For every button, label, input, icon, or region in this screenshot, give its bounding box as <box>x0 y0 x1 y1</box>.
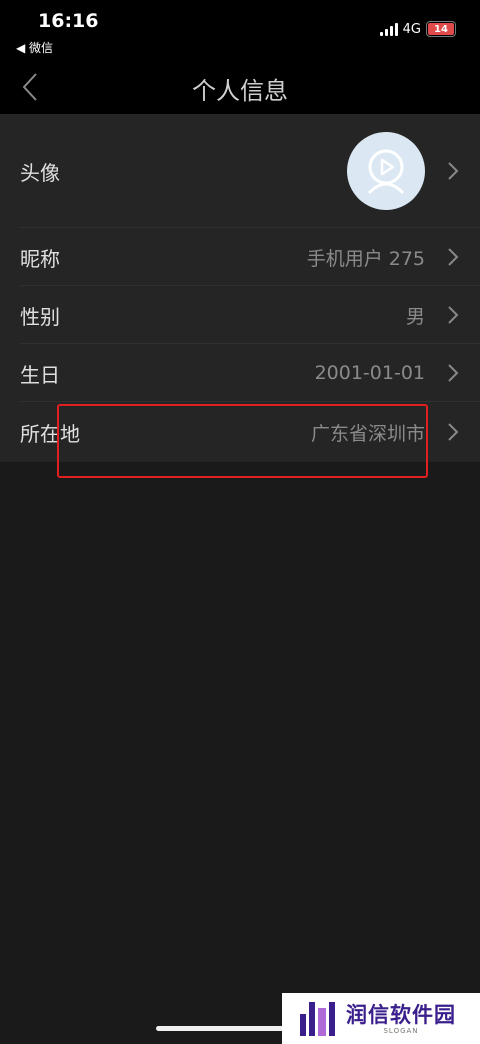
row-gender[interactable]: 性别 男 <box>0 286 480 344</box>
row-label: 头像 <box>20 160 60 185</box>
row-value: 手机用户 275 <box>306 247 425 270</box>
avatar <box>347 132 425 210</box>
signal-icon <box>379 22 398 36</box>
status-bar: 16:16 ◀ 微信 4G 14 <box>0 0 480 60</box>
row-value: 男 <box>405 305 425 328</box>
watermark-text: 润信软件园 SLOGAN <box>346 1003 456 1035</box>
network-type: 4G <box>402 21 421 37</box>
chevron-right-icon <box>444 246 462 268</box>
watermark-slogan: SLOGAN <box>383 1026 419 1035</box>
page-title: 个人信息 <box>192 77 288 105</box>
chevron-right-icon <box>444 304 462 326</box>
status-time: 16:16 <box>38 10 99 32</box>
watermark-title: 润信软件园 <box>346 1002 456 1027</box>
battery-level: 14 <box>428 23 454 35</box>
row-value: 2001-01-01 <box>314 362 425 384</box>
chevron-right-icon <box>444 421 462 443</box>
default-avatar-icon <box>367 149 405 195</box>
watermark: 润信软件园 SLOGAN <box>282 993 480 1044</box>
chevron-right-icon <box>444 362 462 384</box>
row-birthday[interactable]: 生日 2001-01-01 <box>0 344 480 402</box>
row-label: 生日 <box>20 362 60 387</box>
battery-icon: 14 <box>426 21 456 37</box>
row-label: 昵称 <box>20 246 60 271</box>
chevron-right-icon <box>444 160 462 182</box>
row-avatar[interactable]: 头像 <box>0 114 480 228</box>
watermark-logo-icon <box>300 1001 338 1036</box>
nav-bar: 个人信息 <box>0 60 480 114</box>
status-indicators: 4G 14 <box>379 20 456 38</box>
highlight-annotation <box>57 404 428 478</box>
row-nickname[interactable]: 昵称 手机用户 275 <box>0 228 480 286</box>
row-label: 性别 <box>20 304 60 329</box>
back-to-app-link[interactable]: ◀ 微信 <box>16 39 53 56</box>
